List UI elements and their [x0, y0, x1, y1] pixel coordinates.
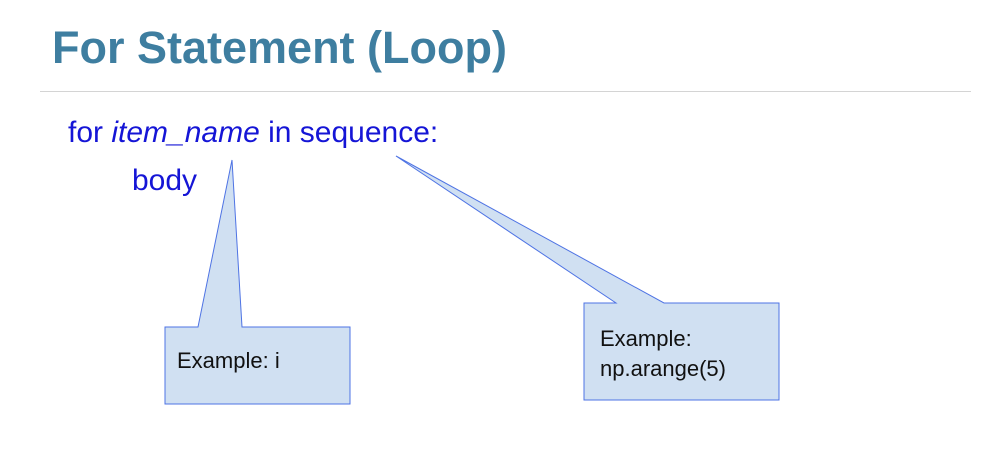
sequence-example-value: np.arange(5) — [600, 356, 726, 381]
item-example-text: Example: i — [177, 348, 280, 373]
callout-shapes — [164, 155, 780, 405]
sequence-example-label: Example: — [600, 326, 692, 351]
